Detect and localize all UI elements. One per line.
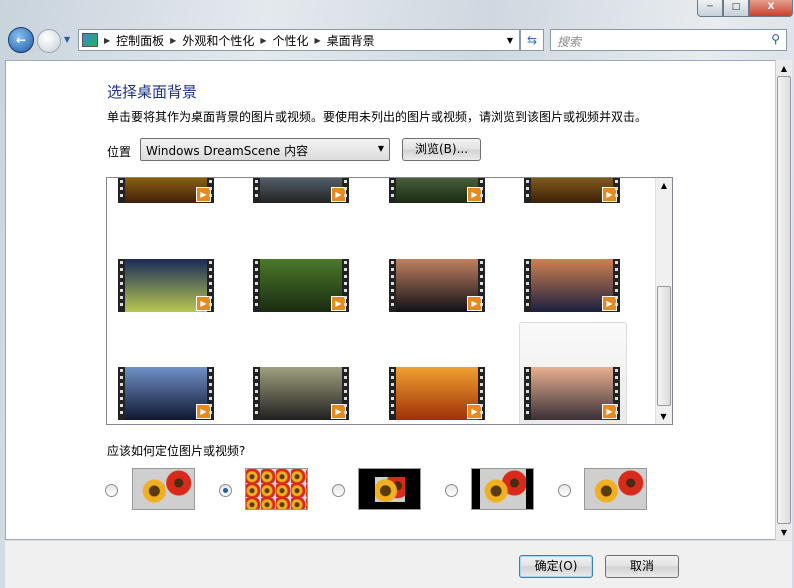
breadcrumb-control-panel[interactable]: ▶ 控制面板: [104, 32, 164, 49]
browse-button[interactable]: 浏览(B)...: [402, 138, 481, 161]
play-icon: ▶: [602, 404, 617, 419]
ok-button[interactable]: 确定(O): [519, 555, 593, 578]
search-icon[interactable]: ⚲: [771, 32, 780, 46]
scroll-up-arrow[interactable]: ▲: [776, 64, 792, 73]
video-thumbnail[interactable]: ▶: [389, 367, 485, 420]
crumb-label: 桌面背景: [326, 33, 375, 48]
close-button[interactable]: X: [749, 0, 793, 17]
play-icon: ▶: [602, 296, 617, 311]
crumb-label: 控制面板: [116, 33, 165, 48]
play-icon: ▶: [602, 187, 617, 202]
video-thumbnail[interactable]: ▶: [253, 367, 349, 420]
play-icon: ▶: [196, 187, 211, 202]
location-value: Windows DreamScene 内容: [146, 144, 309, 158]
play-icon: ▶: [467, 187, 482, 202]
position-radio-fill[interactable]: [105, 484, 118, 497]
position-stretch-preview[interactable]: [584, 468, 647, 510]
position-radio-tile[interactable]: [219, 484, 232, 497]
page-description: 单击要将其作为桌面背景的图片或视频。要使用未列出的图片或视频，请浏览到该图片或视…: [107, 110, 648, 124]
position-radio-fit[interactable]: [445, 484, 458, 497]
play-icon: ▶: [196, 404, 211, 419]
scroll-thumb[interactable]: [777, 76, 791, 524]
search-input[interactable]: 搜索 ⚲: [550, 29, 787, 51]
play-icon: ▶: [196, 296, 211, 311]
video-thumbnail[interactable]: ▶: [389, 259, 485, 312]
address-dropdown-icon[interactable]: ▼: [507, 36, 513, 45]
position-question: 应该如何定位图片或视频?: [107, 444, 246, 458]
breadcrumb-personalization[interactable]: ▶ 个性化: [260, 32, 308, 49]
video-thumbnail[interactable]: ▶: [524, 367, 620, 420]
back-button[interactable]: ←: [8, 27, 34, 53]
scroll-thumb[interactable]: [657, 286, 671, 406]
position-fill-preview[interactable]: [132, 468, 195, 510]
search-placeholder: 搜索: [557, 35, 582, 49]
maximize-button[interactable]: □: [723, 0, 749, 17]
chevron-down-icon: ▼: [377, 144, 384, 153]
breadcrumb-appearance[interactable]: ▶ 外观和个性化: [170, 32, 254, 49]
video-thumbnail[interactable]: ▶: [524, 259, 620, 312]
play-icon: ▶: [331, 187, 346, 202]
window-scrollbar[interactable]: ▲ ▼: [775, 60, 792, 540]
recent-pages-dropdown-icon[interactable]: ▼: [64, 35, 70, 44]
breadcrumb-desktop-background[interactable]: ▶ 桌面背景: [315, 32, 375, 49]
crumb-label: 个性化: [272, 33, 309, 48]
scroll-up-arrow[interactable]: ▲: [656, 181, 672, 190]
video-thumbnail[interactable]: ▶: [524, 178, 620, 203]
scroll-down-arrow[interactable]: ▼: [776, 528, 792, 537]
play-icon: ▶: [467, 404, 482, 419]
page-title: 选择桌面背景: [107, 83, 198, 101]
location-select[interactable]: Windows DreamScene 内容 ▼: [140, 138, 390, 161]
video-thumbnail[interactable]: ▶: [253, 178, 349, 203]
scroll-down-arrow[interactable]: ▼: [656, 412, 671, 421]
position-center-preview[interactable]: [358, 468, 421, 510]
control-panel-icon: [82, 33, 98, 47]
play-icon: ▶: [331, 296, 346, 311]
position-tile-preview[interactable]: [245, 468, 308, 510]
position-radio-stretch[interactable]: [558, 484, 571, 497]
cancel-button[interactable]: 取消: [605, 555, 679, 578]
refresh-button[interactable]: ⇆: [520, 29, 544, 51]
location-label: 位置: [107, 145, 132, 159]
forward-button[interactable]: [37, 29, 61, 53]
thumbnail-list: ▶ ▶ ▶ ▶ ▶ ▶ ▶ ▶ ▶ ▶ ▶ ▶ ▲ ▼: [106, 177, 673, 425]
video-thumbnail[interactable]: ▶: [118, 259, 214, 312]
address-bar[interactable]: ▶ 控制面板 ▶ 外观和个性化 ▶ 个性化 ▶ 桌面背景 ▼: [78, 29, 520, 51]
video-thumbnail[interactable]: ▶: [253, 259, 349, 312]
footer: 确定(O) 取消: [5, 540, 792, 588]
video-thumbnail[interactable]: ▶: [389, 178, 485, 203]
minimize-button[interactable]: ─: [697, 0, 723, 17]
video-thumbnail[interactable]: ▶: [118, 367, 214, 420]
position-radio-center[interactable]: [332, 484, 345, 497]
list-scrollbar[interactable]: ▲ ▼: [655, 178, 672, 424]
play-icon: ▶: [467, 296, 482, 311]
play-icon: ▶: [331, 404, 346, 419]
position-fit-preview[interactable]: [471, 468, 534, 510]
crumb-label: 外观和个性化: [182, 33, 255, 48]
video-thumbnail[interactable]: ▶: [118, 178, 214, 203]
